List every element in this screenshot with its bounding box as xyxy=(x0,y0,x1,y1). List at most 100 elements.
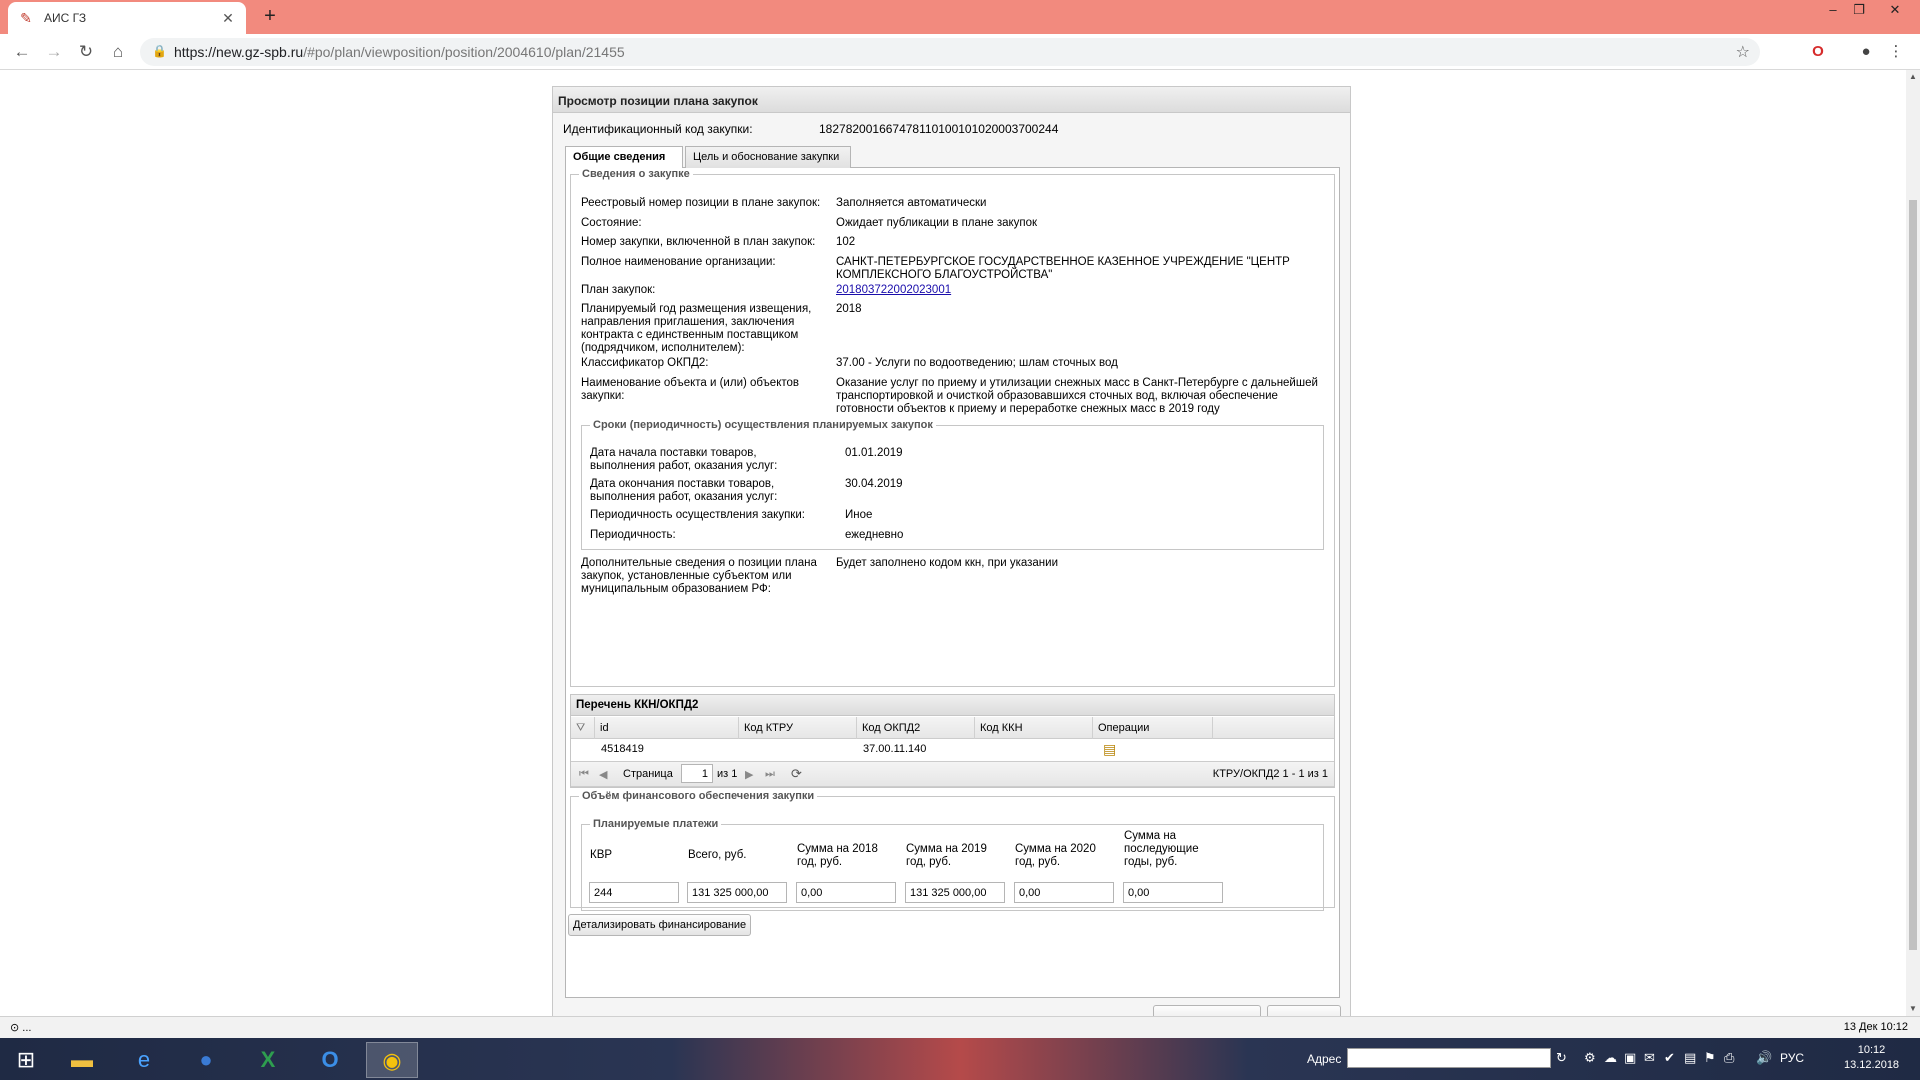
address-bar[interactable]: 🔒 https://new.gz-spb.ru/#po/plan/viewpos… xyxy=(140,38,1760,66)
status-bar: ⊙ ... 13 Дек 10:12 xyxy=(0,1016,1920,1038)
page-viewport: Просмотр позиции плана закупок Идентифик… xyxy=(0,70,1906,1016)
taskbar-clock[interactable]: 10:12 13.12.2018 xyxy=(1844,1043,1899,1073)
row-id: 4518419 xyxy=(601,743,644,755)
tab-title: АИС ГЗ xyxy=(44,11,87,25)
browser-tab[interactable]: ✎ АИС ГЗ ✕ xyxy=(8,2,246,34)
first-page-icon[interactable]: ⏮ xyxy=(579,768,589,781)
prev-page-icon[interactable]: ◀ xyxy=(599,768,607,781)
tab-general-body: Сведения о закупке Реестровый номер пози… xyxy=(565,168,1340,998)
tray-printer-icon[interactable]: ⎙ xyxy=(1724,1050,1734,1066)
back-icon[interactable]: ← xyxy=(10,40,34,64)
procurement-id-label: Идентификационный код закупки: xyxy=(563,122,753,136)
sum-2019-field[interactable] xyxy=(905,882,1005,903)
outlook-icon[interactable]: O xyxy=(304,1042,356,1078)
address-go-icon[interactable]: ↻ xyxy=(1556,1050,1567,1066)
tray-network-icon[interactable]: ▤ xyxy=(1684,1050,1696,1066)
tab-general[interactable]: Общие сведения xyxy=(565,146,683,169)
chrome-icon[interactable]: ◉ xyxy=(366,1042,418,1078)
procurement-info-legend: Сведения о закупке xyxy=(582,168,690,180)
restore-icon[interactable]: ❐ xyxy=(1846,0,1872,22)
procurement-info-fieldset: Сведения о закупке Реестровый номер пози… xyxy=(570,168,1335,687)
globe-app-icon[interactable]: ● xyxy=(180,1042,232,1078)
close-tab-icon[interactable]: ✕ xyxy=(220,10,236,27)
col-later-label: Сумма на последующие годы, руб. xyxy=(1124,830,1199,868)
profile-icon[interactable]: ● xyxy=(1856,42,1876,62)
sum-2018-field[interactable] xyxy=(796,882,896,903)
col-ktru[interactable]: Код КТРУ xyxy=(739,717,857,739)
url-text: https://new.gz-spb.ru/#po/plan/viewposit… xyxy=(174,44,625,60)
kkn-grid-header: ⛛ id Код КТРУ Код ОКПД2 Код ККН Операции xyxy=(571,717,1334,739)
procurement-id-value: 182782001667478110100101020003700244 xyxy=(819,122,1059,136)
site-favicon-icon: ✎ xyxy=(20,10,32,26)
pager-summary: КТРУ/ОКПД2 1 - 1 из 1 xyxy=(1212,768,1328,780)
position-view-panel: Просмотр позиции плана закупок Идентифик… xyxy=(552,86,1351,1016)
minimize-icon[interactable]: – xyxy=(1820,0,1846,22)
col-okpd2[interactable]: Код ОКПД2 xyxy=(857,717,975,739)
volume-icon[interactable]: 🔊 xyxy=(1756,1050,1772,1066)
col-total-label: Всего, руб. xyxy=(688,849,747,861)
kkn-grid: ⛛ id Код КТРУ Код ОКПД2 Код ККН Операции… xyxy=(571,717,1334,787)
last-page-icon[interactable]: ⏭ xyxy=(765,768,775,781)
language-indicator[interactable]: РУС xyxy=(1780,1051,1804,1065)
new-tab-icon[interactable]: + xyxy=(258,4,282,28)
tray-cloud-icon[interactable]: ☁ xyxy=(1604,1050,1617,1066)
col-2020-label: Сумма на 2020 год, руб. xyxy=(1015,843,1096,868)
footer-button-1[interactable] xyxy=(1153,1005,1261,1016)
row-view-icon[interactable]: ▤ xyxy=(1103,741,1116,758)
address-toolbar-input[interactable] xyxy=(1347,1048,1551,1068)
windows-taskbar: ⊞ ▬ e ● X O ◉ Адрес ↻ ⚙ ☁ ▣ ✉ ✔ ▤ ⚑ ⎙ 🔊 … xyxy=(0,1038,1920,1080)
footer-button-2[interactable] xyxy=(1267,1005,1341,1016)
tray-gear-icon[interactable]: ⚙ xyxy=(1584,1050,1596,1066)
col-id[interactable]: id xyxy=(595,717,739,739)
scroll-up-icon[interactable]: ▲ xyxy=(1906,72,1920,81)
kkn-pager: ⏮ ◀ Страница из 1 ▶ ⏭ ⟳ КТРУ/ОКПД2 1 - 1… xyxy=(571,761,1334,787)
finance-legend: Объём финансового обеспечения закупки xyxy=(582,790,815,802)
page-of: из 1 xyxy=(717,768,738,780)
excel-icon[interactable]: X xyxy=(242,1042,294,1078)
next-page-icon[interactable]: ▶ xyxy=(745,768,753,781)
sum-later-field[interactable] xyxy=(1123,882,1223,903)
kkn-grid-panel: Перечень ККН/ОКПД2 ⛛ id Код КТРУ Код ОКП… xyxy=(570,694,1335,788)
total-field[interactable] xyxy=(687,882,787,903)
internet-explorer-icon[interactable]: e xyxy=(118,1042,170,1078)
panel-tabstrip: Общие сведения Цель и обоснование закупк… xyxy=(565,144,1340,169)
scroll-down-icon[interactable]: ▼ xyxy=(1906,1004,1920,1013)
address-toolbar-label: Адрес xyxy=(1307,1052,1342,1066)
tray-shield-icon[interactable]: ✔ xyxy=(1664,1050,1675,1066)
kvr-field[interactable] xyxy=(589,882,679,903)
sum-2020-field[interactable] xyxy=(1014,882,1114,903)
finance-fieldset: Объём финансового обеспечения закупки Пл… xyxy=(570,790,1335,911)
browser-titlebar: ✎ АИС ГЗ ✕ + – ❐ ✕ xyxy=(0,0,1920,34)
col-operations: Операции xyxy=(1093,717,1213,739)
menu-icon[interactable]: ⋮ xyxy=(1886,42,1906,62)
browser-toolbar: ← → ↻ ⌂ 🔒 https://new.gz-spb.ru/#po/plan… xyxy=(0,34,1920,70)
start-windows-icon[interactable]: ⊞ xyxy=(0,1042,52,1078)
tray-outlook-icon[interactable]: ✉ xyxy=(1644,1050,1655,1066)
status-left: ⊙ ... xyxy=(10,1022,32,1034)
close-window-icon[interactable]: ✕ xyxy=(1882,0,1908,22)
panel-title: Просмотр позиции плана закупок xyxy=(553,87,1350,113)
filter-icon[interactable]: ⛛ xyxy=(571,717,595,739)
tray-flag-icon[interactable]: ⚑ xyxy=(1704,1050,1716,1066)
bookmark-star-icon[interactable]: ☆ xyxy=(1736,42,1750,62)
payments-legend: Планируемые платежи xyxy=(593,818,719,830)
refresh-icon[interactable]: ⟳ xyxy=(791,766,802,782)
page-label: Страница xyxy=(623,768,673,780)
col-kkn[interactable]: Код ККН xyxy=(975,717,1093,739)
scroll-thumb[interactable] xyxy=(1909,200,1917,950)
tray-app-icon[interactable]: ▣ xyxy=(1624,1050,1636,1066)
forward-icon[interactable]: → xyxy=(42,40,66,64)
row-okpd2: 37.00.11.140 xyxy=(863,743,927,755)
reload-icon[interactable]: ↻ xyxy=(74,40,98,64)
payments-fieldset: Планируемые платежи КВР Всего, руб. Сумм… xyxy=(581,818,1324,911)
detail-financing-button[interactable]: Детализировать финансирование xyxy=(568,914,752,936)
page-input[interactable] xyxy=(681,764,713,783)
page-scrollbar[interactable]: ▲ ▼ xyxy=(1906,70,1920,1016)
opera-extension-icon[interactable]: O xyxy=(1808,42,1828,62)
col-2018-label: Сумма на 2018 год, руб. xyxy=(797,843,878,868)
plan-link[interactable]: 201803722002023001 xyxy=(836,284,1326,297)
home-icon[interactable]: ⌂ xyxy=(106,40,130,64)
table-row[interactable]: 4518419 37.00.11.140 ▤ xyxy=(571,740,1334,760)
file-explorer-icon[interactable]: ▬ xyxy=(56,1042,108,1078)
tab-purpose[interactable]: Цель и обоснование закупки xyxy=(685,146,851,168)
